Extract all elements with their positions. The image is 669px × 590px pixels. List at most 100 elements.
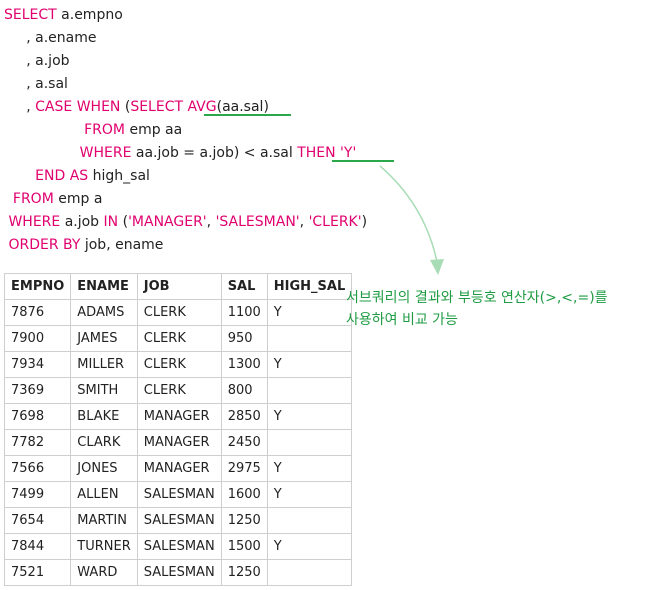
sql-keyword: CASE <box>35 99 73 115</box>
cell-ename: CLARK <box>70 429 138 456</box>
cell-ename: JONES <box>70 455 138 482</box>
cell-sal: 950 <box>220 325 268 352</box>
sql-keyword: BY <box>63 237 81 253</box>
cell-job: CLERK <box>136 351 222 378</box>
sql-keyword: THEN <box>297 145 336 161</box>
sql-indent <box>4 122 84 138</box>
cell-job: MANAGER <box>136 429 222 456</box>
cell-empno: 7566 <box>3 455 72 482</box>
sql-line-1: SELECT a.empno <box>4 4 123 27</box>
cell-ename: ALLEN <box>70 481 138 508</box>
table-row: 7844 TURNER SALESMAN 1500 Y <box>3 533 353 560</box>
table-header-row: EMPNO ENAME JOB SAL HIGH_SAL <box>3 273 353 300</box>
cell-high-sal: Y <box>266 299 353 326</box>
cell-empno: 7782 <box>3 429 72 456</box>
sql-keyword: SELECT <box>130 99 184 115</box>
subquery-highlight-underline <box>204 114 291 116</box>
cell-high-sal <box>266 429 353 456</box>
annotation-line-2: 사용하여 비교 가능 <box>346 312 458 328</box>
cell-high-sal: Y <box>266 533 353 560</box>
cell-empno: 7934 <box>3 351 72 378</box>
cell-job: MANAGER <box>136 455 222 482</box>
sql-text: (aa.sal) <box>216 99 269 115</box>
cell-sal: 1500 <box>220 533 268 560</box>
sql-text: job, ename <box>80 237 164 253</box>
sql-string: 'Y' <box>335 145 357 161</box>
table-row: 7369 SMITH CLERK 800 <box>3 377 353 404</box>
column-header-empno: EMPNO <box>3 273 72 300</box>
annotation-note: 서브쿼리의 결과와 부등호 연산자(>,<,=)를 사용하여 비교 가능 <box>346 287 666 331</box>
table-row: 7934 MILLER CLERK 1300 Y <box>3 351 353 378</box>
sql-line-7: WHERE aa.job = a.job) < a.sal THEN 'Y' <box>4 142 357 165</box>
table-row: 7782 CLARK MANAGER 2450 <box>3 429 353 456</box>
cell-job: SALESMAN <box>136 507 222 534</box>
result-table: EMPNO ENAME JOB SAL HIGH_SAL 7876 ADAMS … <box>3 273 353 586</box>
page: SELECT a.empno , a.ename , a.job , a.sal… <box>0 0 669 590</box>
sql-line-6: FROM emp aa <box>4 119 182 142</box>
cell-ename: SMITH <box>70 377 138 404</box>
table-row: 7900 JAMES CLERK 950 <box>3 325 353 352</box>
cell-ename: TURNER <box>70 533 138 560</box>
sql-text: , a.ename <box>4 30 97 46</box>
cell-high-sal: Y <box>266 403 353 430</box>
cell-job: SALESMAN <box>136 481 222 508</box>
table-row: 7698 BLAKE MANAGER 2850 Y <box>3 403 353 430</box>
sql-keyword: WHEN <box>76 99 121 115</box>
cell-empno: 7369 <box>3 377 72 404</box>
sql-string: 'SALESMAN' <box>215 214 300 230</box>
cell-high-sal: Y <box>266 351 353 378</box>
column-header-sal: SAL <box>220 273 268 300</box>
sql-keyword: AVG <box>187 99 217 115</box>
cell-job: CLERK <box>136 325 222 352</box>
sql-keyword: AS <box>69 168 89 184</box>
annotation-line-1: 서브쿼리의 결과와 부등호 연산자(>,<,=)를 <box>346 290 608 306</box>
sql-line-3: , a.job <box>4 50 70 73</box>
result-table-wrapper: EMPNO ENAME JOB SAL HIGH_SAL 7876 ADAMS … <box>3 273 353 587</box>
cell-sal: 2850 <box>220 403 268 430</box>
sql-keyword: FROM <box>12 191 54 207</box>
cell-high-sal <box>266 507 353 534</box>
cell-ename: MILLER <box>70 351 138 378</box>
cell-job: SALESMAN <box>136 559 222 586</box>
sql-keyword: WHERE <box>8 214 61 230</box>
sql-line-10: WHERE a.job IN ('MANAGER', 'SALESMAN', '… <box>4 211 367 234</box>
sql-indent <box>4 168 35 184</box>
cell-high-sal: Y <box>266 481 353 508</box>
sql-text: , a.job <box>4 53 70 69</box>
cell-empno: 7876 <box>3 299 72 326</box>
sql-text: emp a <box>53 191 103 207</box>
sql-keyword: IN <box>103 214 119 230</box>
arrow-head-icon <box>430 259 444 275</box>
sql-keyword: END <box>35 168 66 184</box>
cell-sal: 1600 <box>220 481 268 508</box>
sql-line-11: ORDER BY job, ename <box>4 234 163 257</box>
cell-high-sal: Y <box>266 455 353 482</box>
sql-code-block: SELECT a.empno , a.ename , a.job , a.sal… <box>4 4 524 254</box>
cell-job: MANAGER <box>136 403 222 430</box>
cell-sal: 800 <box>220 377 268 404</box>
cell-empno: 7698 <box>3 403 72 430</box>
cell-sal: 2450 <box>220 429 268 456</box>
sql-text: aa.job = a.job) < a.sal <box>131 145 298 161</box>
column-header-job: JOB <box>136 273 222 300</box>
sql-line-8: END AS high_sal <box>4 165 150 188</box>
cell-empno: 7900 <box>3 325 72 352</box>
cell-sal: 2975 <box>220 455 268 482</box>
cell-empno: 7844 <box>3 533 72 560</box>
sql-text: , <box>4 99 36 115</box>
cell-sal: 1250 <box>220 507 268 534</box>
table-row: 7566 JONES MANAGER 2975 Y <box>3 455 353 482</box>
sql-indent <box>4 145 80 161</box>
comparison-highlight-underline <box>332 160 394 162</box>
cell-job: SALESMAN <box>136 533 222 560</box>
sql-indent <box>4 191 13 207</box>
cell-sal: 1300 <box>220 351 268 378</box>
sql-keyword: FROM <box>84 122 125 138</box>
table-row: 7654 MARTIN SALESMAN 1250 <box>3 507 353 534</box>
sql-text: , <box>206 214 216 230</box>
table-row: 7521 WARD SALESMAN 1250 <box>3 559 353 586</box>
sql-keyword: SELECT <box>4 7 57 23</box>
table-row: 7876 ADAMS CLERK 1100 Y <box>3 299 353 326</box>
sql-text: ) <box>361 214 368 230</box>
column-header-high-sal: HIGH_SAL <box>266 273 353 300</box>
